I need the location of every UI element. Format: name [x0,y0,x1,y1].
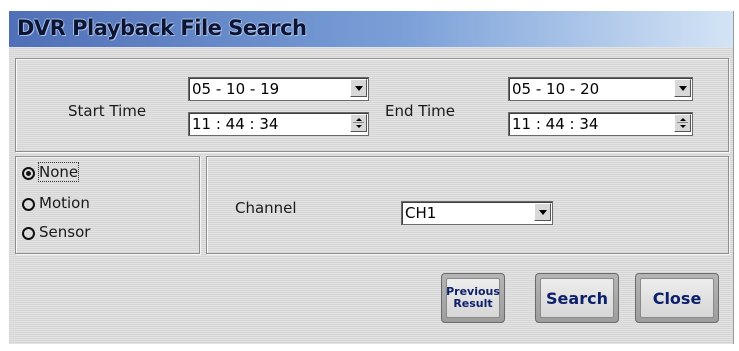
dvr-search-dialog: DVR Playback File Search Start Time 05 -… [9,11,734,344]
channel-value: CH1 [405,204,437,222]
end-time-spinner[interactable]: 11 : 44 : 34 [508,112,693,136]
radio-motion-indicator[interactable] [22,198,35,211]
start-time-value: 11 : 44 : 34 [192,115,279,133]
channel-label: Channel [235,199,297,217]
spin-up-icon [356,118,362,121]
event-type-panel: None Motion Sensor [15,156,200,254]
radio-motion-label[interactable]: Motion [39,194,90,212]
spin-down-icon [680,125,686,128]
start-time-spinner[interactable]: 11 : 44 : 34 [188,112,369,136]
chevron-down-icon [355,86,363,91]
end-time-label: End Time [385,102,455,120]
previous-result-button[interactable]: Previous Result [441,273,505,323]
channel-dropdown[interactable]: CH1 [401,201,553,225]
channel-panel: Channel CH1 [206,156,729,254]
radio-none-label[interactable]: None [37,162,80,182]
end-date-value: 05 - 10 - 20 [512,80,600,98]
radio-none-indicator[interactable] [22,167,35,180]
end-time-value: 11 : 44 : 34 [512,115,599,133]
search-button-label: Search [540,278,614,318]
spin-down-icon [356,125,362,128]
start-time-spin-button[interactable] [350,114,367,132]
end-date-dropdown-button[interactable] [674,79,691,97]
title-bar[interactable]: DVR Playback File Search [9,11,733,47]
end-date-dropdown[interactable]: 05 - 10 - 20 [508,77,693,101]
close-button-label: Close [640,278,714,318]
time-panel: Start Time 05 - 10 - 19 11 : 44 : 34 End… [15,58,729,152]
spin-divider [677,122,688,123]
chevron-down-icon [679,86,687,91]
radio-sensor-indicator[interactable] [22,227,35,240]
start-date-value: 05 - 10 - 19 [192,80,280,98]
radio-selected-dot [26,171,31,176]
close-button[interactable]: Close [635,273,719,323]
radio-sensor-label[interactable]: Sensor [39,223,90,241]
spin-up-icon [680,118,686,121]
window-title: DVR Playback File Search [17,16,307,40]
previous-result-button-label: Previous Result [446,278,500,318]
start-date-dropdown-button[interactable] [350,79,367,97]
end-time-spin-button[interactable] [674,114,691,132]
chevron-down-icon [539,210,547,215]
spin-divider [353,122,364,123]
start-date-dropdown[interactable]: 05 - 10 - 19 [188,77,369,101]
start-time-label: Start Time [68,102,147,120]
channel-dropdown-button[interactable] [534,203,551,221]
search-button[interactable]: Search [535,273,619,323]
